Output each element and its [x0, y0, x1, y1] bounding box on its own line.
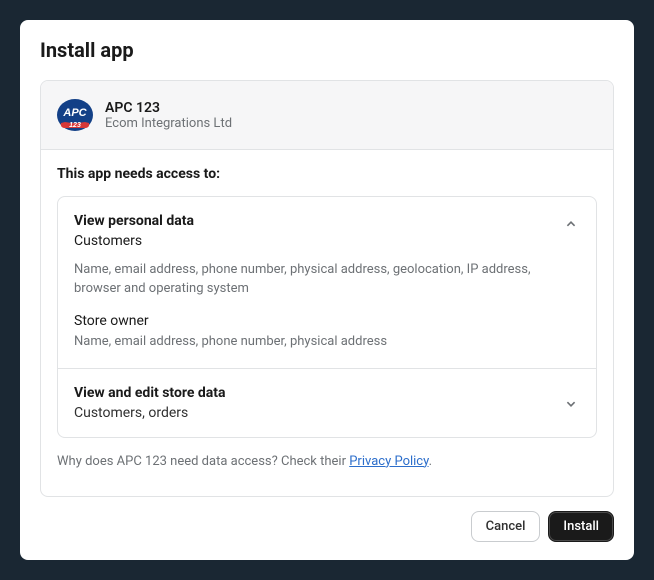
access-heading: This app needs access to:: [57, 166, 597, 182]
app-logo-icon: APC 123: [57, 97, 93, 133]
cancel-button[interactable]: Cancel: [471, 511, 541, 542]
svg-text:APC: APC: [62, 107, 87, 119]
permission-toggle-personal[interactable]: View personal data Customers: [58, 197, 596, 261]
permission-group-name: Customers: [74, 233, 194, 249]
permission-desc: Name, email address, phone number, physi…: [74, 333, 580, 352]
modal-footer: Cancel Install: [40, 497, 614, 542]
permission-summary: Customers, orders: [74, 405, 226, 421]
permission-store-data: View and edit store data Customers, orde…: [58, 369, 596, 437]
svg-text:123: 123: [69, 122, 81, 129]
permissions-list: View personal data Customers Name, email…: [57, 196, 597, 438]
permission-details: Name, email address, phone number, physi…: [58, 261, 596, 368]
permission-toggle-store[interactable]: View and edit store data Customers, orde…: [58, 369, 596, 437]
permission-title: View and edit store data: [74, 385, 226, 401]
app-name: APC 123: [105, 100, 232, 116]
privacy-suffix: .: [429, 454, 432, 469]
permission-group-name: Store owner: [74, 313, 580, 329]
app-card: APC 123 APC 123 Ecom Integrations Ltd Th…: [40, 80, 614, 497]
permission-personal-data: View personal data Customers Name, email…: [58, 197, 596, 369]
app-vendor: Ecom Integrations Ltd: [105, 116, 232, 131]
install-app-modal: Install app APC 123 APC 123 Ecom Integra…: [20, 20, 634, 560]
chevron-up-icon: [562, 215, 580, 233]
app-header: APC 123 APC 123 Ecom Integrations Ltd: [41, 81, 613, 150]
privacy-prefix: Why does APC 123 need data access? Check…: [57, 454, 349, 469]
install-button[interactable]: Install: [548, 511, 614, 542]
permission-title: View personal data: [74, 213, 194, 229]
card-body: This app needs access to: View personal …: [41, 150, 613, 496]
privacy-note: Why does APC 123 need data access? Check…: [57, 454, 597, 469]
chevron-down-icon: [562, 395, 580, 413]
app-info: APC 123 Ecom Integrations Ltd: [105, 100, 232, 131]
permission-subgroup: Name, email address, phone number, physi…: [74, 261, 580, 299]
permission-desc: Name, email address, phone number, physi…: [74, 261, 580, 299]
privacy-policy-link[interactable]: Privacy Policy: [349, 454, 428, 469]
modal-title: Install app: [40, 38, 614, 62]
permission-subgroup: Store owner Name, email address, phone n…: [74, 313, 580, 352]
